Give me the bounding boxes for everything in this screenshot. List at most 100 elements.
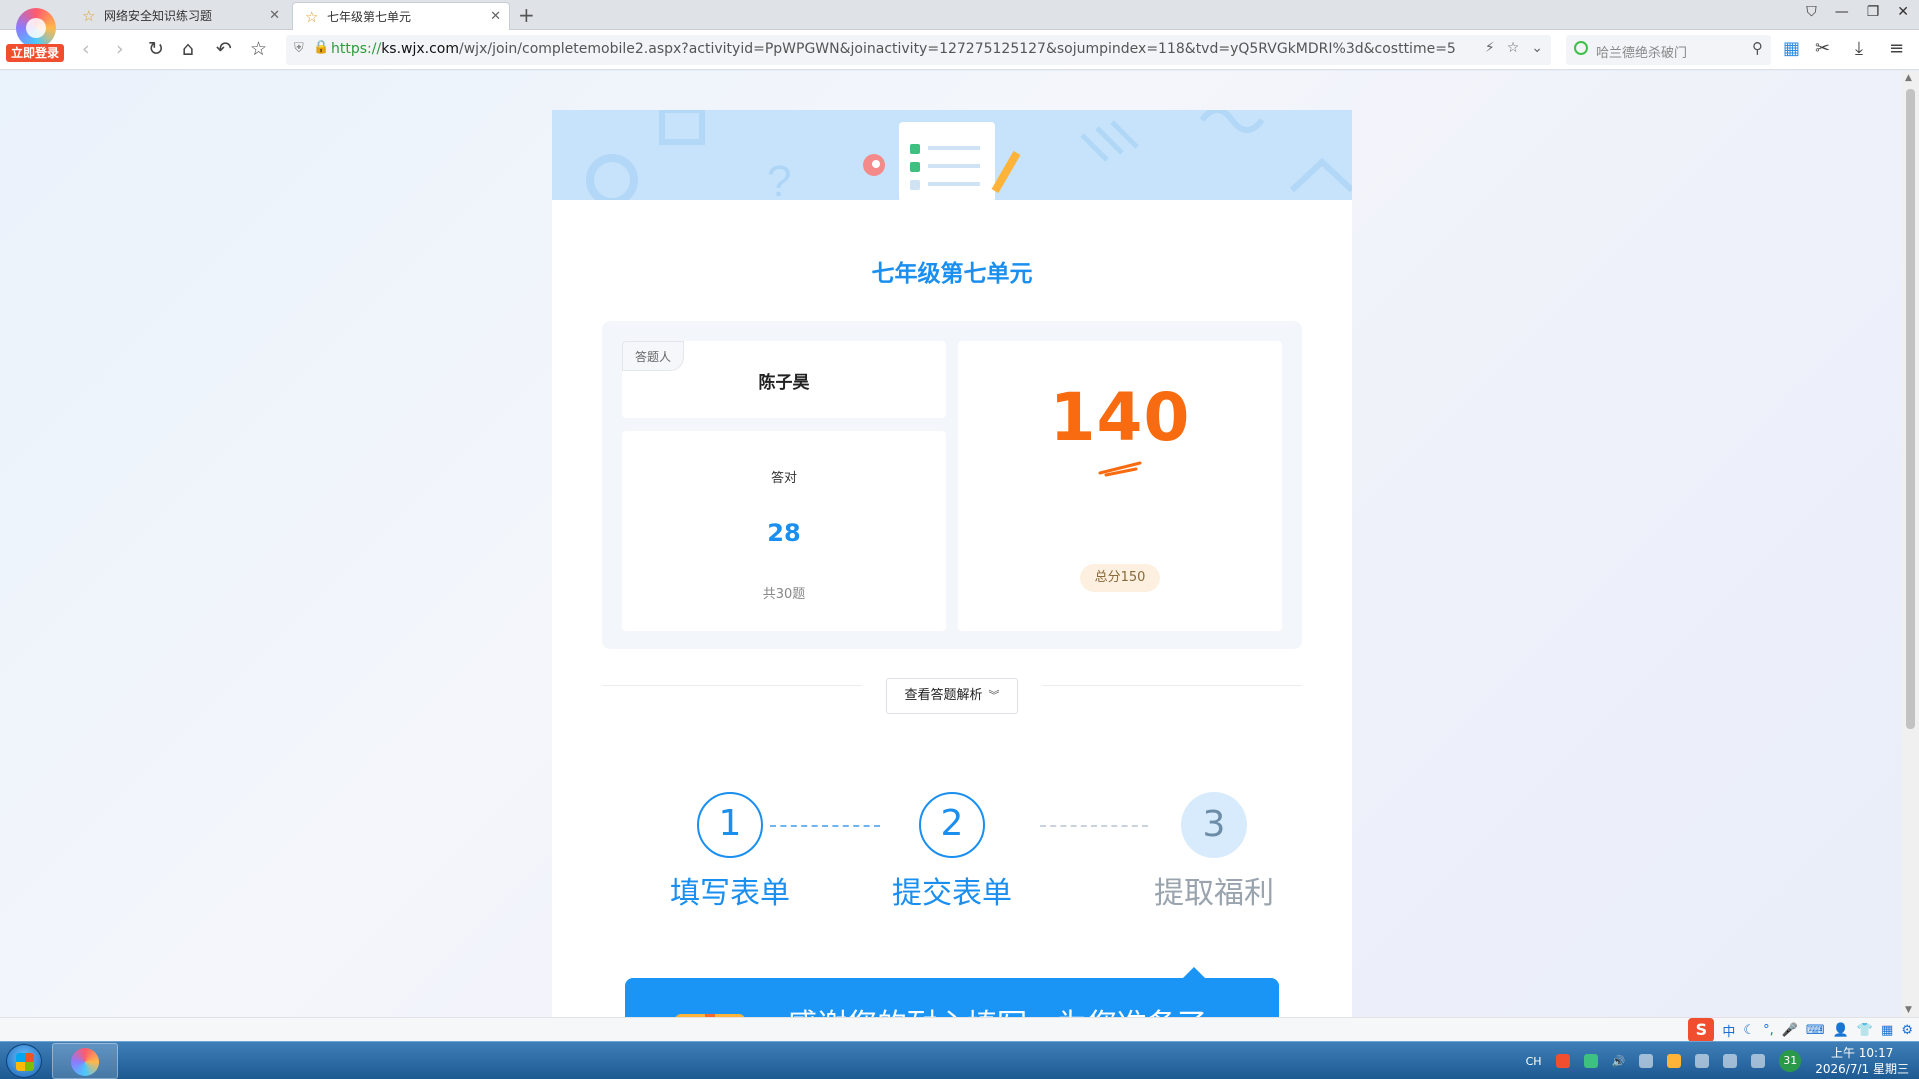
reload-icon[interactable]: ↻ (148, 38, 164, 60)
app-tray-icon[interactable] (1751, 1054, 1766, 1068)
lock-icon: 🔒 (313, 40, 330, 55)
settings-icon[interactable]: ⚙ (1901, 1023, 1913, 1038)
status-strip: S 中 ☾ °, 🎤 ⌨ 👤 👕 ▦ ⚙ (0, 1017, 1919, 1042)
ime-mode[interactable]: 中 (1722, 1021, 1735, 1040)
browser-logo[interactable]: 立即登录 (4, 4, 64, 62)
close-icon[interactable]: ✕ (490, 3, 501, 31)
search-input[interactable]: 哈兰德绝杀破门 (1596, 42, 1687, 61)
language-indicator[interactable]: CH (1526, 1055, 1542, 1068)
correct-label: 答对 (770, 471, 797, 486)
score-value: 140 (1049, 379, 1191, 456)
close-icon[interactable]: ✕ (269, 2, 280, 30)
tab-title: 七年级第七单元 (327, 10, 412, 24)
download-icon[interactable]: ⤓ (1855, 38, 1863, 59)
banner-illustration: ? (586, 110, 1352, 200)
minimize-button[interactable]: — (1835, 4, 1849, 20)
windows-taskbar: CH 🔊 31 上午 10:17 2026/7/1 星期三 (0, 1041, 1919, 1079)
sogou-tray-icon[interactable] (1555, 1054, 1570, 1068)
start-button[interactable] (6, 1044, 42, 1078)
app-tray-icon[interactable] (1667, 1054, 1682, 1068)
url-actions: ⚡ ☆ ⌄ (1485, 40, 1543, 56)
browser-logo-icon (16, 8, 56, 48)
apps-grid-icon[interactable]: ▦ (1783, 38, 1800, 59)
menu-icon[interactable]: ≡ (1889, 38, 1904, 59)
view-analysis-button[interactable]: 查看答题解析 ︾ (886, 678, 1018, 714)
shield-icon: ⛨ (294, 41, 304, 56)
gift-panel[interactable]: 感谢您的耐心填写，为您准备了 (625, 978, 1279, 1017)
tab-unit-seven[interactable]: ☆ 七年级第七单元 ✕ (292, 2, 510, 30)
network-icon[interactable] (1639, 1054, 1654, 1068)
step-number: 3 (1181, 792, 1247, 858)
volume-icon[interactable]: 🔊 (1612, 1055, 1626, 1068)
sogou-ime-icon[interactable]: S (1688, 1018, 1715, 1042)
forward-icon[interactable]: › (116, 38, 124, 60)
step-submit-form: 2 提交表单 (882, 792, 1022, 912)
tab-knowledge-exercise[interactable]: ☆ 网络安全知识练习题 ✕ (70, 2, 288, 30)
header-banner: ? (552, 110, 1352, 200)
correct-count: 28 (767, 519, 801, 547)
step-connector (1040, 825, 1148, 827)
notification-count[interactable]: 31 (1779, 1050, 1802, 1072)
microphone-icon[interactable]: 🎤 (1782, 1023, 1798, 1038)
clock-time: 上午 10:17 (1830, 1046, 1894, 1060)
browser-tab-bar: ☆ 网络安全知识练习题 ✕ ☆ 七年级第七单元 ✕ + ⛉ — ❐ ✕ (0, 0, 1919, 30)
login-badge[interactable]: 立即登录 (6, 44, 64, 62)
home-icon[interactable]: ⌂ (182, 38, 194, 60)
app-tray-icon[interactable] (1695, 1054, 1710, 1068)
svg-text:?: ? (767, 157, 791, 200)
grid-icon[interactable]: ▦ (1881, 1023, 1893, 1038)
step-label: 提取福利 (1154, 876, 1274, 911)
url-text[interactable]: https://ks.wjx.com/wjx/join/completemobi… (331, 41, 1456, 57)
search-box[interactable]: 哈兰德绝杀破门 ⚲ (1566, 35, 1771, 65)
favorite-star-icon[interactable]: ☆ (1507, 40, 1520, 56)
vertical-scrollbar[interactable]: ▲ ▼ (1902, 71, 1919, 1017)
taskbar-browser-app[interactable] (52, 1043, 118, 1079)
score-panel: 答题人 陈子昊 答对 28 共30题 140 总分150 (602, 321, 1302, 649)
clock[interactable]: 上午 10:17 2026/7/1 星期三 (1815, 1045, 1909, 1077)
step-label: 填写表单 (670, 876, 790, 911)
scroll-up-icon[interactable]: ▲ (1905, 73, 1912, 83)
view-analysis-label: 查看答题解析 (904, 688, 983, 703)
punctuation-icon[interactable]: °, (1763, 1023, 1774, 1038)
star-icon: ☆ (305, 8, 319, 26)
total-questions: 共30题 (762, 587, 806, 602)
back-icon[interactable]: ‹ (82, 38, 90, 60)
skin-icon[interactable]: 👕 (1857, 1023, 1873, 1038)
close-window-button[interactable]: ✕ (1897, 4, 1909, 20)
divider-left (602, 685, 862, 686)
browser-app-icon (71, 1048, 99, 1076)
step-number: 2 (919, 792, 985, 858)
bookmark-star-icon[interactable]: ☆ (250, 38, 267, 60)
lightning-icon[interactable]: ⚡ (1485, 40, 1495, 56)
restore-button[interactable]: ❐ (1867, 4, 1880, 20)
new-tab-button[interactable]: + (518, 2, 535, 28)
shirt-icon[interactable]: ⛉ (1806, 4, 1817, 20)
system-tray: CH 🔊 31 上午 10:17 2026/7/1 星期三 (1526, 1042, 1909, 1079)
moon-icon[interactable]: ☾ (1743, 1023, 1755, 1038)
result-card: ? 七年级第七单元 答题人 陈子昊 答对 28 共30题 140 总分150 查… (552, 110, 1352, 1017)
total-score-badge: 总分150 (1080, 564, 1160, 592)
user-icon[interactable]: 👤 (1833, 1023, 1849, 1038)
search-icon[interactable]: ⚲ (1752, 39, 1763, 57)
step-connector (770, 825, 880, 827)
navigation-bar: ‹ › ↻ ⌂ ↶ ☆ ⛨ 🔒 https://ks.wjx.com/wjx/j… (0, 30, 1919, 70)
chevron-down-icon[interactable]: ⌄ (1531, 40, 1543, 56)
score-underline-icon (1098, 461, 1142, 477)
app-tray-icon[interactable] (1723, 1054, 1738, 1068)
security-tray-icon[interactable] (1583, 1054, 1598, 1068)
step-label: 提交表单 (892, 876, 1012, 911)
chevron-down-icon: ︾ (988, 689, 1000, 702)
undo-icon[interactable]: ↶ (216, 38, 232, 60)
divider-right (1042, 685, 1302, 686)
keyboard-icon[interactable]: ⌨ (1806, 1023, 1825, 1038)
address-bar[interactable]: ⛨ 🔒 https://ks.wjx.com/wjx/join/complete… (286, 35, 1551, 65)
scroll-thumb[interactable] (1906, 89, 1915, 729)
step-number: 1 (697, 792, 763, 858)
correct-count-box: 答对 28 共30题 (622, 431, 946, 631)
respondent-name: 陈子昊 (758, 373, 810, 393)
scroll-down-icon[interactable]: ▼ (1905, 1005, 1912, 1015)
ime-toolbar: S 中 ☾ °, 🎤 ⌨ 👤 👕 ▦ ⚙ (1682, 1018, 1919, 1042)
respondent-box: 答题人 陈子昊 (622, 341, 946, 418)
scissors-icon[interactable]: ✂ (1815, 38, 1830, 59)
page-title: 七年级第七单元 (871, 261, 1033, 287)
